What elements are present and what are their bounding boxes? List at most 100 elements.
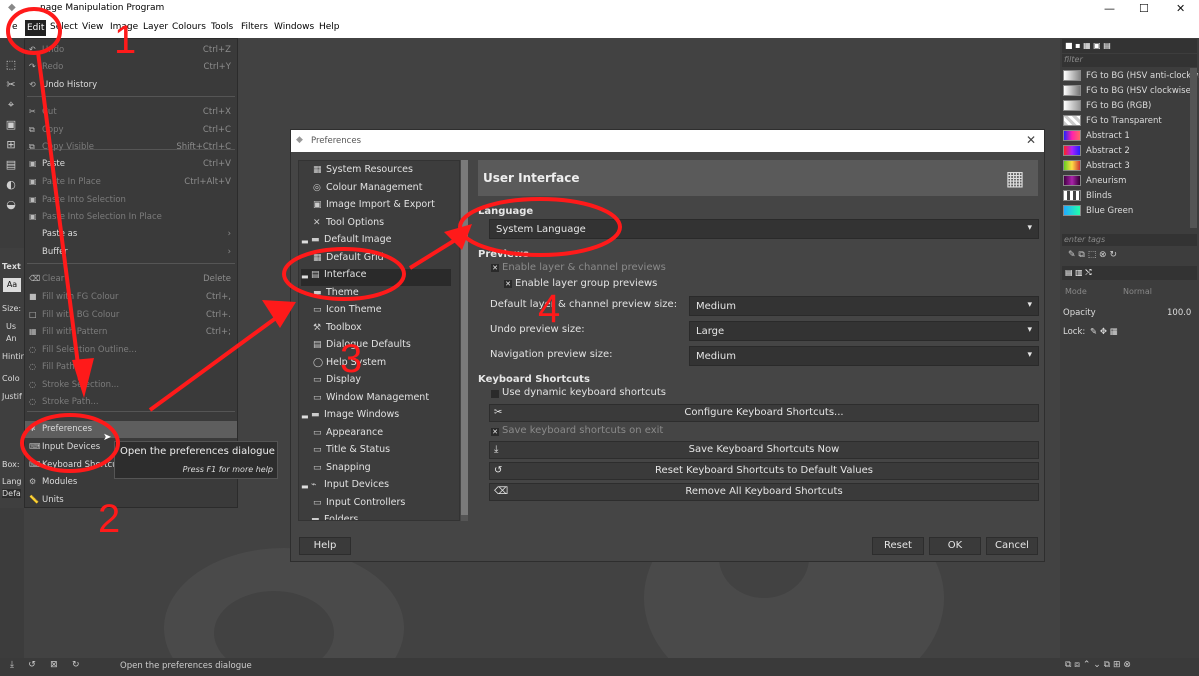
gradient-swatch[interactable] (1063, 85, 1081, 96)
undo-preview-size-combo[interactable]: Large ▾ (689, 321, 1039, 341)
scissors-icon[interactable]: ✂ (4, 78, 18, 92)
menu-edit[interactable]: Edit (25, 20, 47, 36)
menu-layer[interactable]: Layer (143, 22, 168, 32)
edit-menu-item-fill-selection-outline[interactable]: ◌ Fill Selection Outline... (25, 342, 237, 359)
gradient-label[interactable]: FG to BG (HSV anti-clockwise) (1086, 71, 1199, 81)
dock-status-icons[interactable]: ⧉ ⧈ ⌃ ⌄ ⧉ ⊞ ⊗ (1065, 660, 1131, 670)
tree-item-snapping[interactable]: ▭ Snapping (311, 462, 459, 479)
gradient-label[interactable]: FG to BG (HSV clockwise) (1086, 86, 1194, 96)
font-preview[interactable]: Aa (3, 278, 21, 292)
gradient-swatch[interactable] (1063, 145, 1081, 156)
gradient-swatch[interactable] (1063, 70, 1081, 81)
edit-menu-item-undo[interactable]: ↶ Undo Ctrl+Z (25, 42, 237, 59)
tree-item-theme[interactable]: ▬ Theme (311, 287, 459, 304)
menu-windows[interactable]: Windows (274, 22, 314, 32)
ok-button[interactable]: OK (929, 537, 981, 555)
tree-item-icon-theme[interactable]: ▭ Icon Theme (311, 304, 459, 321)
expander-icon[interactable]: ▬ (301, 272, 309, 281)
expander-icon[interactable]: ▬ (301, 237, 309, 246)
mode-value[interactable]: Normal (1123, 287, 1152, 296)
edit-menu-item-paste-into-selection[interactable]: ▣ Paste Into Selection (25, 192, 237, 209)
layers-tab-icon[interactable]: ▤ ▥ ⤭ (1062, 266, 1197, 280)
edit-menu-item-copy[interactable]: ⧉ Copy Ctrl+C (25, 122, 237, 139)
tree-item-window-management[interactable]: ▭ Window Management (311, 392, 459, 409)
menu-filters[interactable]: Filters (241, 22, 268, 32)
bucket-icon[interactable]: ◐ (4, 178, 18, 192)
configure-shortcuts-button[interactable]: ✂ Configure Keyboard Shortcuts... (489, 404, 1039, 422)
menu-help[interactable]: Help (319, 22, 340, 32)
tree-item-system-resources[interactable]: ▦ System Resources (311, 164, 459, 181)
tree-item-appearance[interactable]: ▭ Appearance (311, 427, 459, 444)
transform-icon[interactable]: ⊞ (4, 138, 18, 152)
expander-icon[interactable]: ▬ (301, 517, 309, 520)
edit-menu-item-cut[interactable]: ✂ Cut Ctrl+X (25, 104, 237, 121)
rect-select-icon[interactable]: ⬚ (4, 58, 18, 72)
edit-menu-item-paste[interactable]: ▣ Paste Ctrl+V (25, 156, 237, 173)
enable-group-previews-checkbox[interactable]: ✕ (504, 280, 512, 288)
edit-menu-item-fill-with-bg-colour[interactable]: □ Fill with BG Colour Ctrl+. (25, 307, 237, 324)
gradient-actions-icon[interactable]: ✎ ⧉ ⬚ ⊗ ↻ (1068, 250, 1117, 260)
filter-input[interactable]: filter (1062, 54, 1197, 67)
close-icon[interactable]: ✕ (1026, 133, 1036, 147)
tree-item-display[interactable]: ▭ Display (311, 374, 459, 391)
tree-item-image-windows[interactable]: ▬ ▬ Image Windows (301, 409, 451, 426)
gradient-swatch[interactable] (1063, 100, 1081, 111)
edit-menu-item-paste-as[interactable]: Paste as › (25, 226, 237, 243)
tree-scrollbar[interactable] (461, 160, 468, 521)
menu-view[interactable]: View (82, 22, 103, 32)
save-shortcuts-now-button[interactable]: ⤓ Save Keyboard Shortcuts Now (489, 441, 1039, 459)
tree-item-image-import-export[interactable]: ▣ Image Import & Export (311, 199, 459, 216)
gradient-label[interactable]: FG to BG (RGB) (1086, 101, 1151, 111)
minimize-icon[interactable]: — (1104, 2, 1115, 15)
edit-menu-item-undo-history[interactable]: ⟲ Undo History (25, 77, 237, 94)
gradient-swatch[interactable] (1063, 160, 1081, 171)
edit-menu-item-fill-with-fg-colour[interactable]: ■ Fill with FG Colour Ctrl+, (25, 289, 237, 306)
tree-item-help-system[interactable]: ◯ Help System (311, 357, 459, 374)
menu-select[interactable]: Select (50, 22, 78, 32)
navigation-preview-size-combo[interactable]: Medium ▾ (689, 346, 1039, 366)
tree-item-interface[interactable]: ▬ ▤ Interface (301, 269, 451, 286)
cancel-button[interactable]: Cancel (986, 537, 1038, 555)
tree-item-folders[interactable]: ▬▬ Folders (301, 514, 451, 520)
dynamic-shortcuts-checkbox[interactable] (491, 390, 499, 398)
tree-item-tool-options[interactable]: ✕ Tool Options (311, 217, 459, 234)
gradient-swatch[interactable] (1063, 115, 1081, 126)
reset-shortcuts-button[interactable]: ↺ Reset Keyboard Shortcuts to Default Va… (489, 462, 1039, 480)
menu-colours[interactable]: Colours (172, 22, 206, 32)
reset-button[interactable]: Reset (872, 537, 924, 555)
gradient-scrollbar[interactable] (1190, 68, 1197, 228)
smudge-icon[interactable]: ◒ (4, 198, 18, 212)
tree-item-toolbox[interactable]: ⚒ Toolbox (311, 322, 459, 339)
edit-menu-item-fill-path[interactable]: ◌ Fill Path... (25, 359, 237, 376)
edit-menu-item-redo[interactable]: ↷ Redo Ctrl+Y (25, 59, 237, 76)
gradient-swatch[interactable] (1063, 130, 1081, 141)
edit-menu-item-paste-in-place[interactable]: ▣ Paste In Place Ctrl+Alt+V (25, 174, 237, 191)
save-on-exit-checkbox[interactable]: ✕ (491, 428, 499, 436)
expander-icon[interactable]: ▬ (301, 482, 309, 491)
enable-layer-previews-checkbox[interactable]: ✕ (491, 264, 499, 272)
lock-icons[interactable]: ✎ ✥ ▦ (1090, 327, 1118, 337)
edit-menu-item-copy-visible[interactable]: ⧉ Copy Visible Shift+Ctrl+C (25, 139, 237, 156)
remove-shortcuts-button[interactable]: ⌫ Remove All Keyboard Shortcuts (489, 483, 1039, 501)
edit-menu-item-preferences[interactable]: ✱ Preferences (25, 421, 237, 438)
close-icon[interactable]: ✕ (1176, 2, 1185, 15)
edit-menu-item-fill-with-pattern[interactable]: ▦ Fill with Pattern Ctrl+; (25, 324, 237, 341)
crop-icon[interactable]: ▣ (4, 118, 18, 132)
gradient-label[interactable]: Abstract 2 (1086, 146, 1130, 156)
language-field[interactable]: Defa (2, 489, 21, 498)
menu-file[interactable]: e (12, 22, 18, 32)
opacity-value[interactable]: 100.0 (1167, 308, 1191, 318)
tag-input[interactable]: enter tags (1062, 234, 1197, 246)
language-combo[interactable]: System Language ▾ (489, 219, 1039, 239)
tree-item-input-devices[interactable]: ▬ ⌁ Input Devices (301, 479, 451, 496)
maximize-icon[interactable]: ☐ (1139, 2, 1149, 15)
tree-item-default-image[interactable]: ▬ ▬ Default Image (301, 234, 451, 251)
gradient-swatch[interactable] (1063, 175, 1081, 186)
expander-icon[interactable]: ▬ (301, 412, 309, 421)
gradient-swatch[interactable] (1063, 205, 1081, 216)
gradient-swatch[interactable] (1063, 190, 1081, 201)
gradient-label[interactable]: FG to Transparent (1086, 116, 1162, 126)
menu-image[interactable]: Image (110, 22, 138, 32)
tree-item-input-controllers[interactable]: ▭ Input Controllers (311, 497, 459, 514)
gradient-label[interactable]: Aneurism (1086, 176, 1126, 186)
